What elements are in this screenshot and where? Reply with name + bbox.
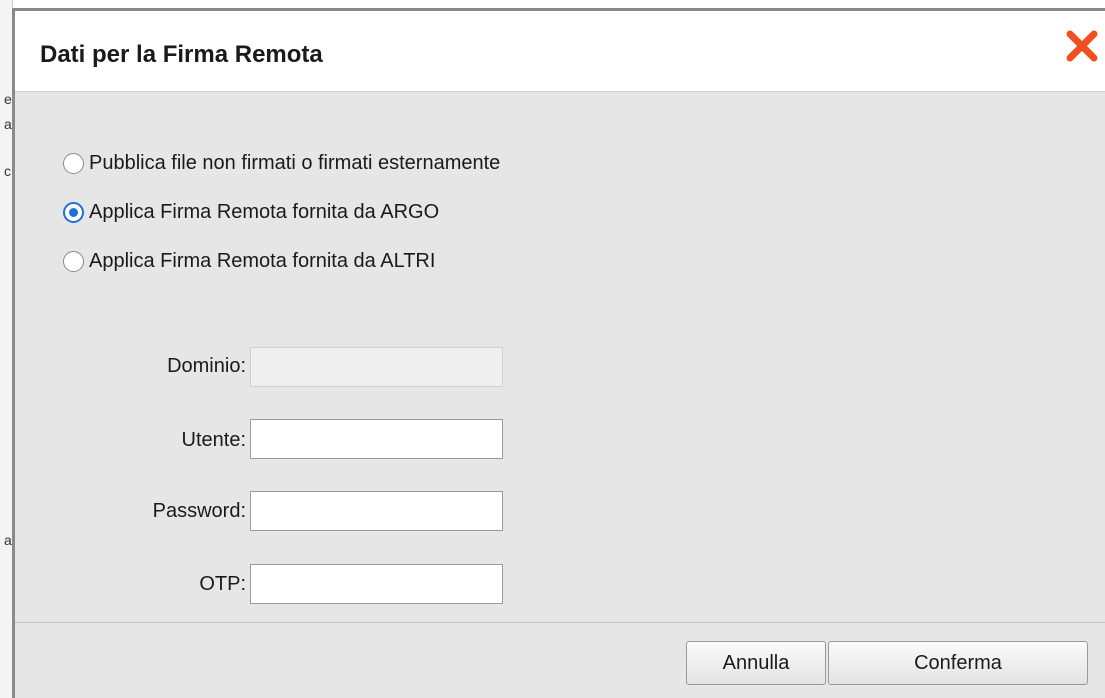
utente-label: Utente: bbox=[181, 429, 246, 451]
background-text: a bbox=[4, 532, 12, 548]
background-text: e bbox=[4, 91, 12, 107]
background-text: c bbox=[4, 163, 11, 179]
radio-label: Applica Firma Remota fornita da ALTRI bbox=[89, 250, 436, 272]
radio-option-unsigned[interactable]: Pubblica file non firmati o firmati este… bbox=[63, 152, 500, 175]
dialog-titlebar: Dati per la Firma Remota bbox=[15, 11, 1105, 92]
radio-checked-icon[interactable] bbox=[63, 202, 84, 223]
cancel-button[interactable]: Annulla bbox=[686, 641, 826, 685]
password-label: Password: bbox=[152, 500, 246, 522]
radio-label: Applica Firma Remota fornita da ARGO bbox=[89, 201, 440, 223]
confirm-button[interactable]: Conferma bbox=[828, 641, 1088, 685]
otp-field[interactable] bbox=[250, 564, 503, 604]
radio-unchecked-icon[interactable] bbox=[63, 153, 84, 174]
dominio-field bbox=[250, 347, 503, 387]
radio-option-argo[interactable]: Applica Firma Remota fornita da ARGO bbox=[63, 201, 439, 224]
remote-signature-dialog: Dati per la Firma Remota Pubblica file n… bbox=[12, 8, 1105, 698]
password-field[interactable] bbox=[250, 491, 503, 531]
background-text: a bbox=[4, 116, 12, 132]
dialog-body: Pubblica file non firmati o firmati este… bbox=[15, 92, 1105, 619]
radio-option-altri[interactable]: Applica Firma Remota fornita da ALTRI bbox=[63, 250, 435, 273]
otp-label: OTP: bbox=[199, 573, 246, 595]
dominio-label: Dominio: bbox=[167, 355, 246, 377]
screen: e a c a Dati per la Firma Remota Pubblic… bbox=[0, 0, 1105, 698]
dialog-title: Dati per la Firma Remota bbox=[40, 41, 323, 68]
radio-unchecked-icon[interactable] bbox=[63, 251, 84, 272]
utente-field[interactable] bbox=[250, 419, 503, 459]
dialog-footer: Annulla Conferma bbox=[15, 622, 1105, 698]
radio-label: Pubblica file non firmati o firmati este… bbox=[89, 152, 501, 174]
close-icon[interactable] bbox=[1065, 29, 1099, 63]
